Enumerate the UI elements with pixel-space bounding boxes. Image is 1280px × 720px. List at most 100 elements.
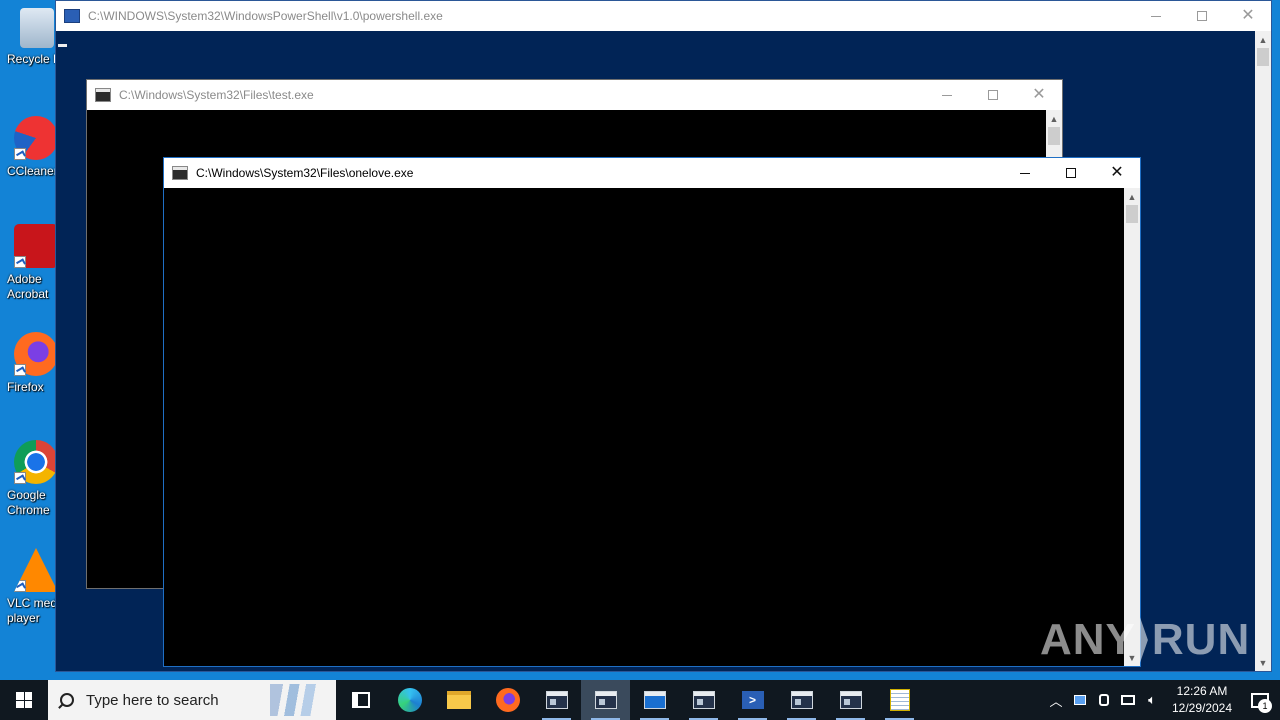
taskbar-console-1[interactable] [532, 680, 581, 720]
notification-center-button[interactable]: 1 [1240, 680, 1280, 720]
close-icon: ✕ [1110, 164, 1124, 181]
console-icon [839, 691, 862, 709]
search-placeholder: Type here to search [86, 691, 219, 709]
taskbar-console-6[interactable] [826, 680, 875, 720]
window-title: C:\Windows\System32\Files\test.exe [119, 88, 314, 102]
shortcut-arrow-icon [14, 256, 26, 268]
scroll-up-icon[interactable]: ▲ [1124, 188, 1140, 205]
scroll-up-icon[interactable]: ▲ [1046, 110, 1062, 127]
firefox-icon [14, 332, 58, 376]
start-button[interactable] [0, 680, 48, 720]
ccleaner-icon [14, 116, 58, 160]
notification-badge: 1 [1258, 699, 1272, 713]
minimize-icon [942, 94, 952, 96]
device-icon [1099, 694, 1109, 706]
taskbar-console-3[interactable] [630, 680, 679, 720]
taskbar-console-5[interactable] [777, 680, 826, 720]
scroll-down-icon[interactable]: ▼ [1255, 654, 1271, 671]
powershell-icon [64, 9, 80, 23]
chevron-up-icon: ︿ [1049, 693, 1063, 709]
chrome-icon [14, 440, 58, 484]
close-button[interactable]: ✕ [1016, 80, 1062, 110]
close-icon: ✕ [1032, 86, 1046, 103]
shortcut-arrow-icon [14, 472, 26, 484]
clock[interactable]: 12:26 AM 12/29/2024 [1164, 683, 1240, 717]
network-button[interactable] [1116, 680, 1140, 720]
shortcut-arrow-icon [14, 148, 26, 160]
minimize-button[interactable] [1002, 158, 1048, 188]
console-icon [692, 691, 715, 709]
taskbar-console-4[interactable] [679, 680, 728, 720]
task-view-button[interactable] [336, 680, 385, 720]
taskbar-apps: > [336, 680, 924, 720]
shortcut-arrow-icon [14, 364, 26, 376]
firefox-icon [495, 688, 520, 712]
edge-icon [397, 688, 422, 712]
watermark-text-right: RUN [1151, 615, 1251, 664]
search-highlight-image [270, 684, 330, 716]
acrobat-icon [14, 224, 58, 268]
show-hidden-icons-button[interactable]: ︿ [1044, 680, 1068, 720]
speaker-icon: 🔈︎ [1148, 692, 1156, 707]
task-view-icon [351, 692, 370, 708]
scroll-thumb[interactable] [1048, 127, 1060, 145]
maximize-button[interactable] [1048, 158, 1094, 188]
tray-app-button[interactable] [1068, 680, 1092, 720]
vertical-scrollbar[interactable]: ▲ ▼ [1255, 31, 1271, 671]
window-title: C:\WINDOWS\System32\WindowsPowerShell\v1… [88, 9, 443, 23]
text-cursor [58, 44, 67, 47]
maximize-icon [1066, 168, 1076, 178]
minimize-icon [1151, 15, 1161, 17]
maximize-button[interactable] [1179, 1, 1225, 31]
recycle-bin-icon [20, 8, 54, 48]
close-icon: ✕ [1241, 7, 1255, 24]
taskbar-console-active[interactable] [581, 680, 630, 720]
close-button[interactable]: ✕ [1094, 158, 1140, 188]
play-logo-icon [1139, 617, 1148, 663]
title-bar[interactable]: C:\Windows\System32\Files\onelove.exe ✕ [164, 158, 1140, 188]
window-title: C:\Windows\System32\Files\onelove.exe [196, 166, 414, 180]
network-icon [1121, 695, 1135, 705]
minimize-button[interactable] [1133, 1, 1179, 31]
console-icon [172, 166, 188, 180]
close-button[interactable]: ✕ [1225, 1, 1271, 31]
tray-device-button[interactable] [1092, 680, 1116, 720]
vertical-scrollbar[interactable]: ▲ ▼ [1124, 188, 1140, 666]
console-icon [95, 88, 111, 102]
maximize-button[interactable] [970, 80, 1016, 110]
search-icon [60, 693, 74, 707]
scroll-thumb[interactable] [1126, 205, 1138, 223]
watermark-text-left: ANY [1040, 615, 1136, 664]
windows-logo-icon [16, 692, 32, 708]
system-tray: ︿ 🔈︎ 12:26 AM 12/29/2024 1 [1044, 680, 1280, 720]
tray-app-icon [1074, 695, 1086, 705]
console-icon [594, 691, 617, 709]
taskbar-edge[interactable] [385, 680, 434, 720]
taskbar-powershell[interactable]: > [728, 680, 777, 720]
notepad-icon [889, 689, 910, 711]
minimize-button[interactable] [924, 80, 970, 110]
taskbar: Type here to search > ︿ 🔈︎ 12:26 AM 12/2… [0, 680, 1280, 720]
taskbar-search-box[interactable]: Type here to search [48, 680, 336, 720]
vlc-icon [14, 548, 58, 592]
clock-date: 12/29/2024 [1171, 701, 1233, 715]
taskbar-file-explorer[interactable] [434, 680, 483, 720]
clock-time: 12:26 AM [1176, 684, 1228, 698]
title-bar[interactable]: C:\Windows\System32\Files\test.exe ✕ [87, 80, 1062, 110]
scroll-up-icon[interactable]: ▲ [1255, 31, 1271, 48]
anyrun-watermark: ANY RUN [1040, 610, 1249, 670]
maximize-icon [988, 90, 998, 100]
volume-button[interactable]: 🔈︎ [1140, 680, 1164, 720]
scroll-thumb[interactable] [1257, 48, 1269, 66]
onelove-exe-window[interactable]: C:\Windows\System32\Files\onelove.exe ✕ … [163, 157, 1141, 667]
minimize-icon [1020, 172, 1030, 174]
folder-icon [446, 691, 471, 709]
taskbar-firefox[interactable] [483, 680, 532, 720]
powershell-icon: > [741, 691, 764, 709]
shortcut-arrow-icon [14, 580, 26, 592]
console-icon [790, 691, 813, 709]
desktop-icons: Recycle Bin CCleaner Adobe Acrobat Firef… [0, 0, 70, 680]
title-bar[interactable]: C:\WINDOWS\System32\WindowsPowerShell\v1… [56, 1, 1271, 31]
taskbar-notepad[interactable] [875, 680, 924, 720]
console-icon [545, 691, 568, 709]
